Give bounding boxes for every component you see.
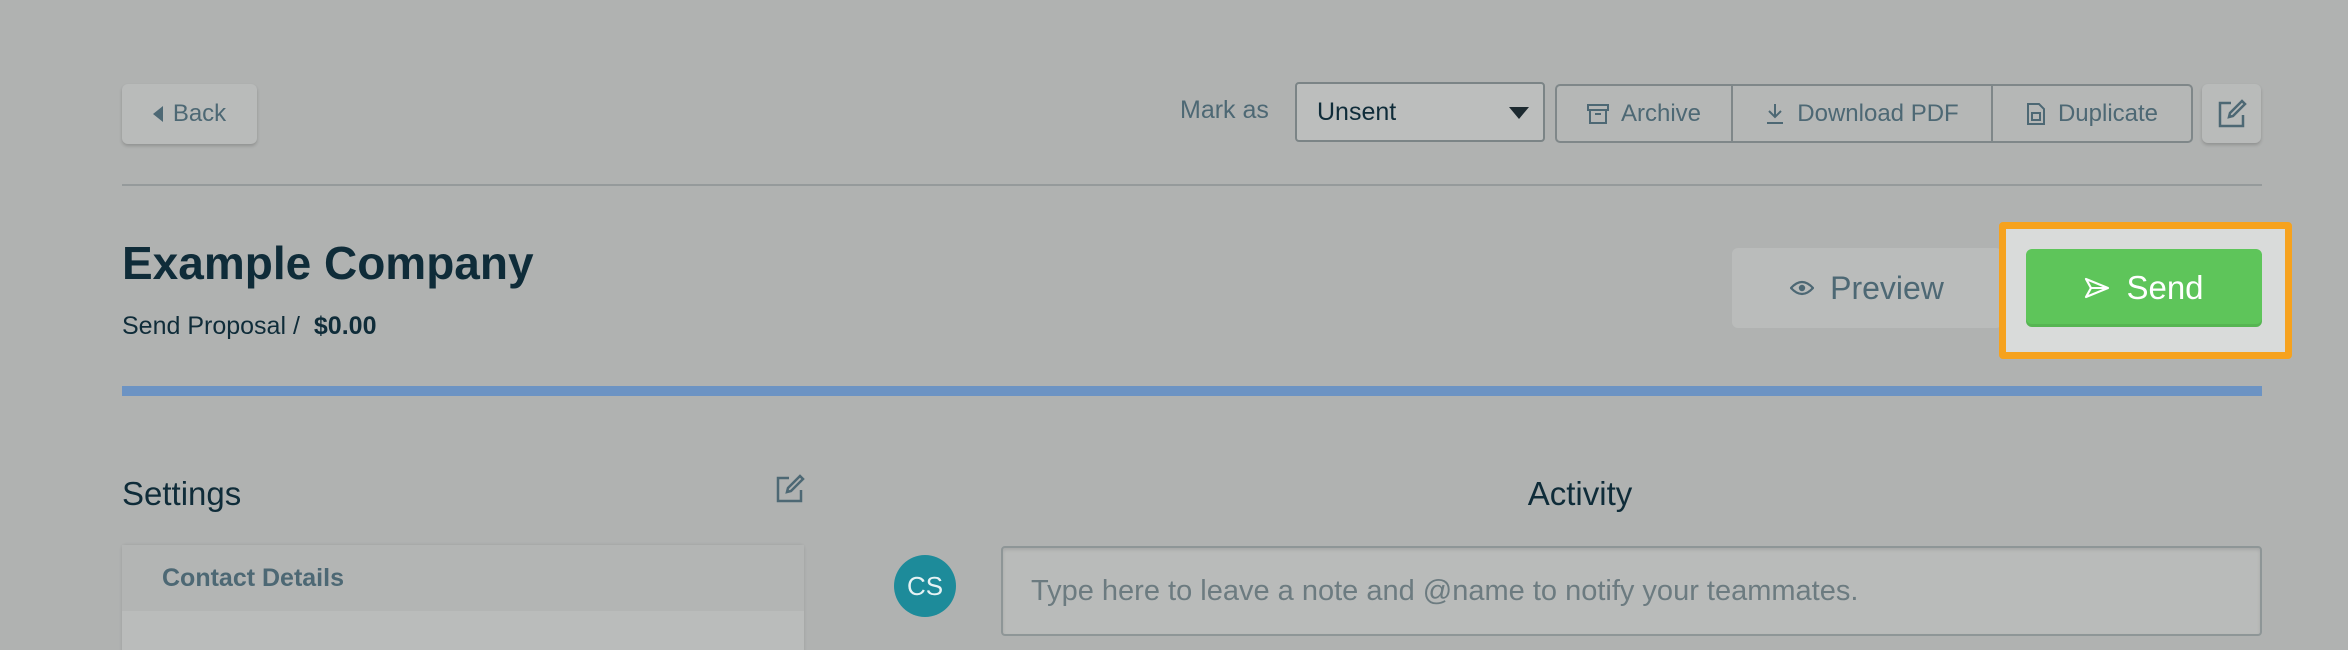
edit-icon [776,474,805,503]
mark-as-label: Mark as [1180,96,1269,124]
contact-details-card: Contact Details [122,545,804,650]
contact-details-header[interactable]: Contact Details [122,545,804,611]
download-pdf-button[interactable]: Download PDF [1733,86,1993,141]
download-icon [1767,103,1784,124]
edit-icon [2218,98,2247,127]
archive-icon [1586,103,1609,124]
download-pdf-label: Download PDF [1797,99,1959,127]
edit-button[interactable] [2202,84,2261,143]
back-button[interactable]: Back [122,84,257,144]
duplicate-icon [2026,102,2045,125]
paper-plane-icon [2085,277,2110,299]
status-select-value: Unsent [1317,97,1397,126]
back-label: Back [172,100,227,127]
eye-icon [1790,280,1815,296]
status-select[interactable]: Unsent [1295,82,1545,142]
send-label: Send [2126,269,2204,306]
avatar: CS [894,555,956,617]
preview-button[interactable]: Preview [1732,248,2002,328]
activity-title: Activity [1527,475,1633,512]
header-divider [122,184,2262,186]
send-button[interactable]: Send [2026,249,2262,327]
settings-edit-button[interactable] [775,474,805,504]
breadcrumb: Send Proposal / $0.00 [122,312,376,341]
duplicate-label: Duplicate [2057,99,2159,127]
proposal-amount: $0.00 [313,312,377,340]
page-title: Example Company [122,237,534,289]
preview-label: Preview [1830,269,1944,306]
chevron-down-icon [1509,107,1529,119]
duplicate-button[interactable]: Duplicate [1993,86,2191,141]
note-input[interactable] [1001,546,2262,636]
proposal-actions-group: Archive Download PDF Duplicate [1555,84,2193,143]
archive-label: Archive [1620,99,1702,127]
breadcrumb-step: Send Proposal / [122,312,300,340]
caret-left-icon [152,106,163,122]
progress-bar [122,386,2262,396]
archive-button[interactable]: Archive [1557,86,1733,141]
settings-title: Settings [122,475,242,512]
